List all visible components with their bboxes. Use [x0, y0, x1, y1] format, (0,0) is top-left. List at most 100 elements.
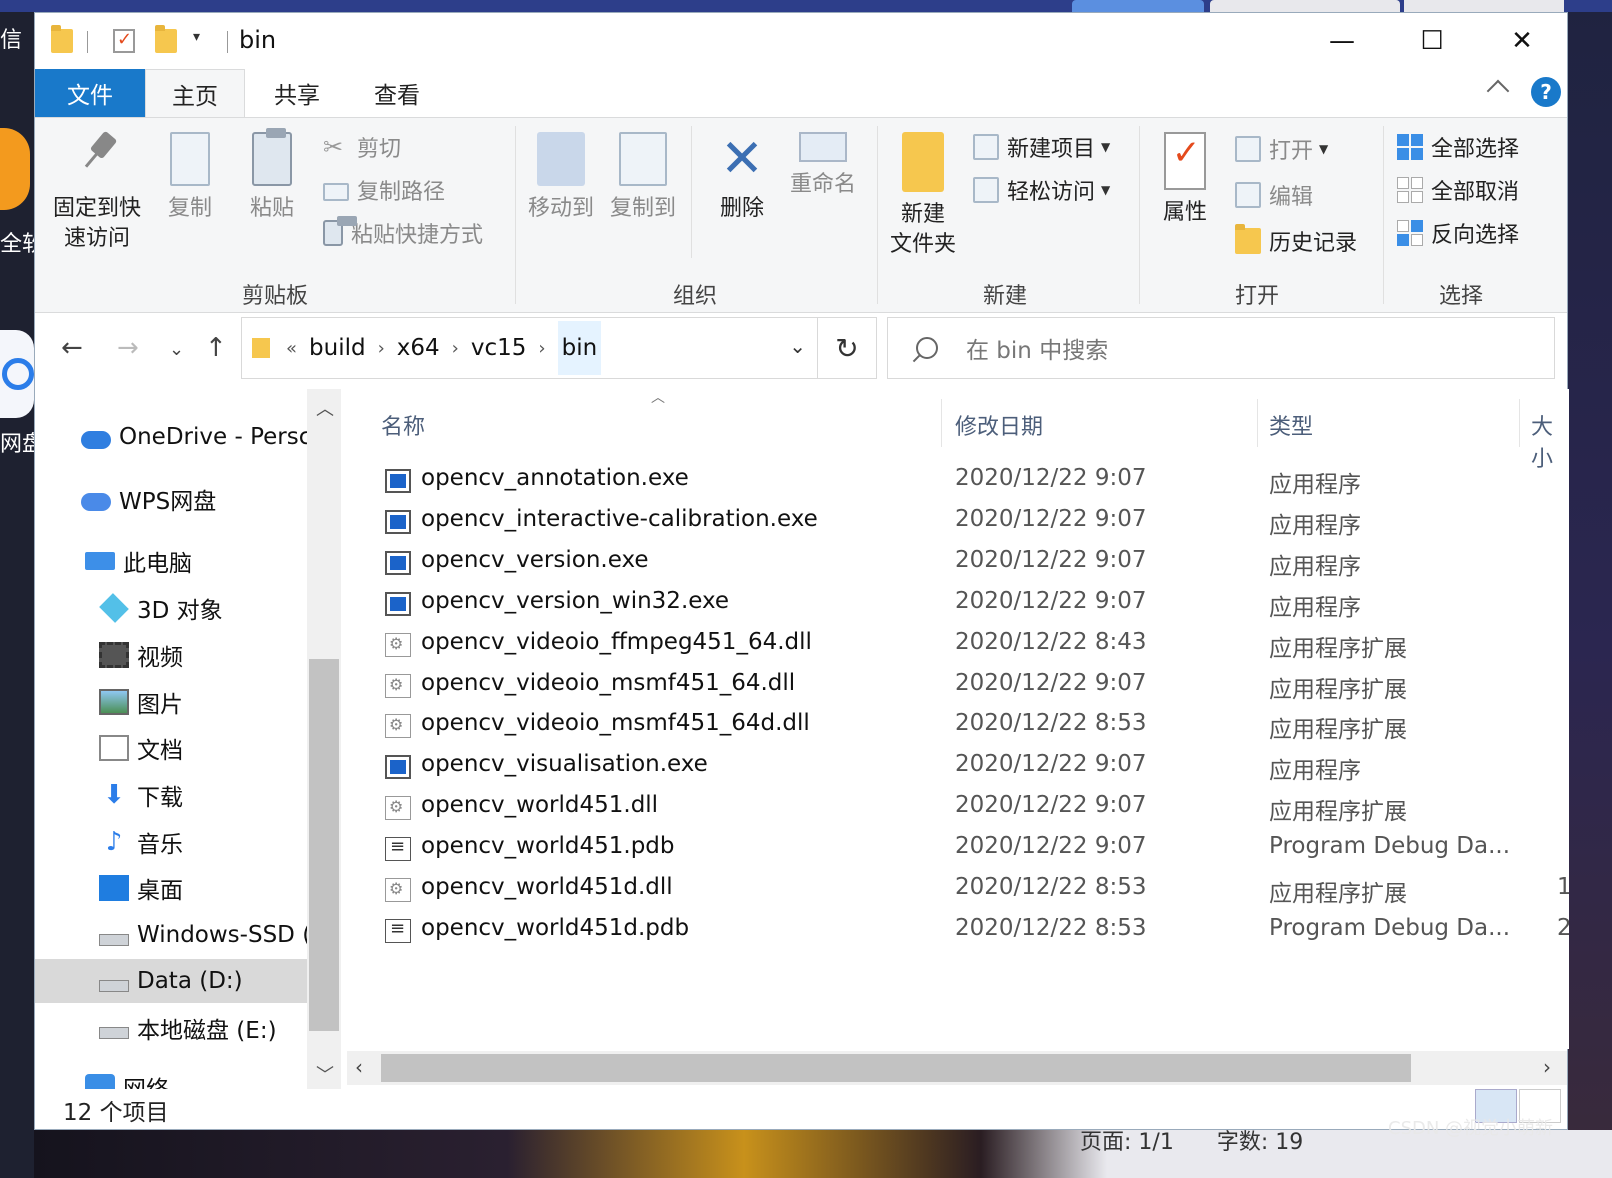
- tab-home[interactable]: 主页: [145, 69, 245, 117]
- table-row[interactable]: opencv_interactive-calibration.exe 2020/1…: [343, 502, 1569, 542]
- nav-item-network[interactable]: 网络: [85, 1065, 169, 1089]
- help-button[interactable]: ?: [1531, 77, 1561, 107]
- breadcrumb-bin[interactable]: bin: [557, 321, 602, 375]
- search-box[interactable]: 在 bin 中搜索: [887, 317, 1555, 379]
- table-row[interactable]: opencv_version_win32.exe 2020/12/22 9:07 应…: [343, 584, 1569, 624]
- group-label-new: 新建: [982, 284, 1027, 309]
- copy-to-button[interactable]: 复制到: [607, 132, 679, 224]
- back-arrow-icon[interactable]: ←: [61, 333, 83, 363]
- table-row[interactable]: opencv_annotation.exe 2020/12/22 9:07 应用程序: [343, 461, 1569, 501]
- address-history-chevron-icon[interactable]: ⌄: [789, 334, 806, 358]
- pin-to-quick-access-button[interactable]: 固定到快 速访问: [49, 132, 145, 254]
- delete-button[interactable]: ✕ 删除: [707, 132, 777, 224]
- table-row[interactable]: opencv_videoio_msmf451_64.dll 2020/12/22 …: [343, 666, 1569, 706]
- background-document: [34, 1130, 1612, 1178]
- table-row[interactable]: opencv_videoio_ffmpeg451_64.dll 2020/12/2…: [343, 625, 1569, 665]
- breadcrumb-overflow[interactable]: «: [286, 338, 297, 359]
- nav-item-this-pc[interactable]: 此电脑: [85, 539, 192, 583]
- file-type: 应用程序扩展: [1269, 799, 1407, 826]
- select-none-button[interactable]: 全部取消: [1397, 173, 1519, 207]
- scroll-down-icon[interactable]: ﹀: [316, 1061, 334, 1087]
- scrollbar-thumb[interactable]: [381, 1054, 1411, 1082]
- select-all-button[interactable]: 全部选择: [1397, 130, 1519, 164]
- invert-selection-button[interactable]: 反向选择: [1397, 216, 1519, 250]
- chevron-right-icon[interactable]: ›: [452, 338, 459, 359]
- recent-locations-chevron-icon[interactable]: ⌄: [169, 339, 184, 360]
- horizontal-scrollbar[interactable]: ‹ ›: [347, 1051, 1567, 1085]
- nav-item-onedrive[interactable]: OneDrive - Persc: [81, 415, 307, 459]
- breadcrumb-vc15[interactable]: vc15: [471, 335, 527, 361]
- nav-label: 音乐: [137, 832, 183, 858]
- refresh-button[interactable]: ↻: [817, 317, 877, 379]
- column-divider[interactable]: [1257, 399, 1258, 447]
- chevron-right-icon[interactable]: ›: [538, 338, 545, 359]
- pdb-icon: [385, 836, 411, 862]
- status-bar: 12 个项目: [35, 1089, 1567, 1129]
- move-to-button[interactable]: 移动到: [525, 132, 597, 224]
- cut-button[interactable]: ✂ 剪切: [323, 130, 401, 164]
- nav-item-pictures[interactable]: 图片: [99, 680, 183, 724]
- table-row[interactable]: opencv_visualisation.exe 2020/12/22 9:07 应…: [343, 747, 1569, 787]
- new-folder-icon[interactable]: [155, 25, 177, 53]
- properties-button[interactable]: 属性: [1149, 132, 1221, 228]
- file-name: opencv_world451d.dll: [421, 874, 673, 900]
- copy-button[interactable]: 复制: [157, 132, 223, 224]
- column-header-name[interactable]: 名称: [381, 409, 425, 441]
- column-divider[interactable]: [941, 399, 942, 447]
- address-bar[interactable]: « build › x64 › vc15 › bin ⌄: [241, 317, 877, 379]
- easy-access-button[interactable]: 轻松访问 ▼: [973, 173, 1110, 207]
- nav-item-local-disk-e[interactable]: 本地磁盘 (E:): [99, 1006, 277, 1050]
- table-row[interactable]: opencv_videoio_msmf451_64d.dll 2020/12/22…: [343, 706, 1569, 746]
- tab-view[interactable]: 查看: [347, 69, 447, 117]
- quick-access-dropdown[interactable]: ▾: [193, 29, 200, 45]
- sort-ascending-icon: ︿: [651, 390, 665, 406]
- drive-icon: [99, 980, 129, 992]
- copy-path-button[interactable]: 复制路径: [323, 173, 445, 207]
- column-divider[interactable]: [1519, 399, 1520, 447]
- nav-item-windows-ssd[interactable]: Windows-SSD (: [99, 913, 307, 957]
- table-row[interactable]: opencv_world451.pdb 2020/12/22 9:07 Progra…: [343, 829, 1569, 869]
- nav-pane-scrollbar[interactable]: ︿ ﹀: [307, 389, 341, 1089]
- close-button[interactable]: ✕: [1497, 21, 1547, 61]
- maximize-button[interactable]: ☐: [1407, 21, 1457, 61]
- scrollbar-thumb[interactable]: [309, 659, 339, 1031]
- scroll-left-icon[interactable]: ‹: [355, 1055, 363, 1079]
- paste-button[interactable]: 粘贴: [239, 128, 305, 224]
- chevron-right-icon[interactable]: ›: [378, 338, 385, 359]
- nav-item-music[interactable]: ♪ 音乐: [99, 820, 183, 864]
- forward-arrow-icon[interactable]: →: [117, 333, 139, 363]
- column-header-type[interactable]: 类型: [1269, 409, 1313, 441]
- nav-item-data-d[interactable]: Data (D:): [35, 959, 307, 1003]
- open-button[interactable]: 打开 ▼: [1235, 132, 1328, 166]
- nav-item-3d-objects[interactable]: 3D 对象: [99, 586, 223, 630]
- table-row[interactable]: opencv_world451d.dll 2020/12/22 8:53 应用程序扩…: [343, 870, 1569, 910]
- collapse-ribbon-icon[interactable]: [1486, 79, 1510, 103]
- new-folder-button[interactable]: 新建 文件夹: [883, 132, 963, 260]
- rename-button[interactable]: 重命名: [785, 132, 861, 200]
- scroll-up-icon[interactable]: ︿: [316, 395, 334, 421]
- paste-shortcut-button[interactable]: 粘贴快捷方式: [323, 216, 483, 250]
- desktop-app-icon[interactable]: [0, 128, 30, 210]
- table-row[interactable]: opencv_version.exe 2020/12/22 9:07 应用程序: [343, 543, 1569, 583]
- nav-item-desktop[interactable]: 桌面: [99, 866, 183, 910]
- background-tab: [1072, 0, 1204, 12]
- nav-item-videos[interactable]: 视频: [99, 633, 183, 677]
- table-row[interactable]: opencv_world451d.pdb 2020/12/22 8:53 Progr…: [343, 911, 1569, 951]
- nav-item-wps[interactable]: WPS网盘: [81, 477, 216, 521]
- properties-icon[interactable]: [113, 29, 135, 53]
- minimize-button[interactable]: —: [1317, 21, 1367, 61]
- history-button[interactable]: 历史记录: [1235, 224, 1357, 258]
- breadcrumb-build[interactable]: build: [309, 335, 366, 361]
- up-arrow-icon[interactable]: ↑: [205, 333, 227, 363]
- column-header-date[interactable]: 修改日期: [955, 409, 1043, 441]
- scroll-right-icon[interactable]: ›: [1543, 1055, 1551, 1079]
- new-item-button[interactable]: 新建项目 ▼: [973, 130, 1110, 164]
- tab-share[interactable]: 共享: [247, 69, 347, 117]
- table-row[interactable]: opencv_world451.dll 2020/12/22 9:07 应用程序扩展: [343, 788, 1569, 828]
- desktop-app-icon[interactable]: [0, 330, 34, 418]
- nav-item-documents[interactable]: 文档: [99, 726, 183, 770]
- breadcrumb-x64[interactable]: x64: [397, 335, 440, 361]
- nav-item-downloads[interactable]: ⬇ 下载: [99, 773, 183, 817]
- edit-button[interactable]: 编辑: [1235, 178, 1313, 212]
- tab-file[interactable]: 文件: [35, 69, 145, 117]
